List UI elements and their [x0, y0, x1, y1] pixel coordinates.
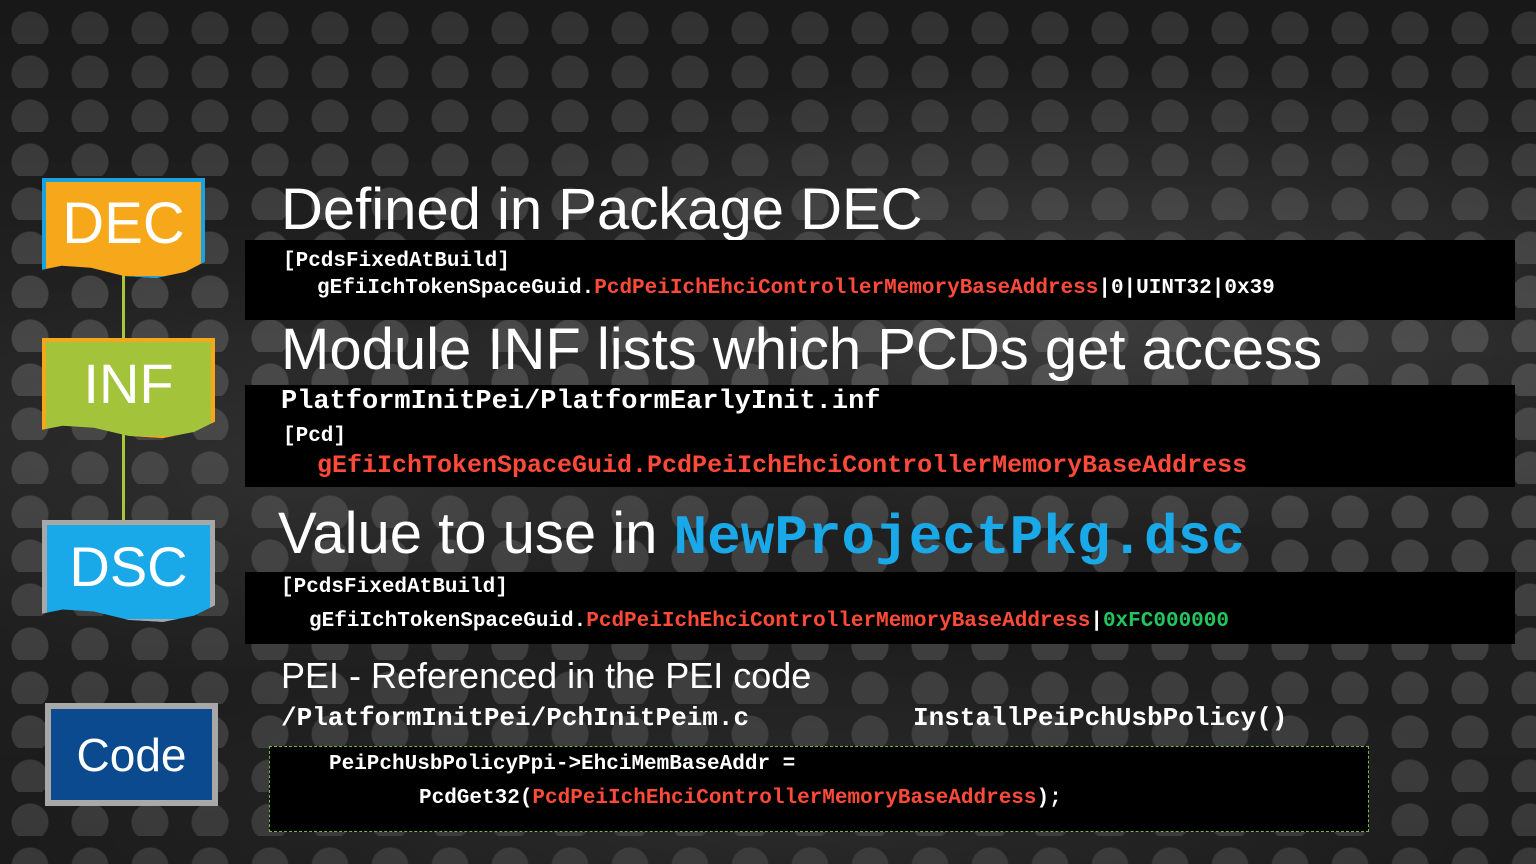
dsc-badge: DSC: [42, 520, 215, 622]
code-call-close: );: [1036, 787, 1062, 810]
dsc-pcd-assignment: gEfiIchTokenSpaceGuid.PcdPeiIchEhciContr…: [309, 610, 1229, 633]
code-badge-label: Code: [76, 728, 187, 781]
dsc-file-name: NewProjectPkg.dsc: [673, 506, 1245, 570]
dsc-separator: |: [1090, 610, 1103, 633]
code-line-assignment: PeiPchUsbPolicyPpi->EhciMemBaseAddr =: [329, 753, 796, 776]
connector-line: [122, 270, 125, 344]
code-file-path: /PlatformInitPei/PchInitPeim.c: [281, 703, 750, 733]
dsc-badge-label: DSC: [69, 534, 188, 598]
dec-code-box: [PcdsFixedAtBuild] gEfiIchTokenSpaceGuid…: [245, 240, 1515, 320]
code-pcdget-call: PcdGet32(: [419, 787, 533, 810]
dec-badge-label: DEC: [62, 190, 185, 256]
code-line-pcdget: PcdGet32(PcdPeiIchEhciControllerMemoryBa…: [419, 787, 1062, 810]
inf-file-path: PlatformInitPei/PlatformEarlyInit.inf: [281, 387, 881, 417]
inf-badge: INF: [42, 338, 215, 438]
dsc-guid: gEfiIchTokenSpaceGuid.: [309, 610, 587, 633]
code-badge: Code: [45, 703, 218, 806]
inf-heading: Module INF lists which PCDs get access: [281, 317, 1323, 382]
code-function-name: InstallPeiPchUsbPolicy(): [913, 703, 1288, 733]
dec-pcd-attributes: |0|UINT32|0x39: [1098, 277, 1275, 300]
code-pcd-name: PcdPeiIchEhciControllerMemoryBaseAddress: [532, 787, 1037, 810]
dec-pcd-declaration: gEfiIchTokenSpaceGuid.PcdPeiIchEhciContr…: [317, 277, 1275, 300]
dsc-heading-text: Value to use in: [278, 501, 674, 566]
inf-pcd-entry: gEfiIchTokenSpaceGuid.PcdPeiIchEhciContr…: [317, 451, 1248, 480]
dsc-heading: Value to use in NewProjectPkg.dsc: [278, 500, 1245, 570]
inf-section-tag: [Pcd]: [283, 425, 347, 448]
code-heading: PEI - Referenced in the PEI code: [281, 655, 812, 696]
dec-guid: gEfiIchTokenSpaceGuid.: [317, 277, 595, 300]
dsc-pcd-name: PcdPeiIchEhciControllerMemoryBaseAddress: [586, 610, 1091, 633]
inf-badge-label: INF: [83, 351, 174, 415]
dec-pcd-name: PcdPeiIchEhciControllerMemoryBaseAddress: [594, 277, 1099, 300]
dsc-code-box: [PcdsFixedAtBuild] gEfiIchTokenSpaceGuid…: [245, 572, 1515, 644]
code-snippet-box: PeiPchUsbPolicyPpi->EhciMemBaseAddr = Pc…: [269, 746, 1369, 832]
dsc-section-tag: [PcdsFixedAtBuild]: [281, 576, 508, 599]
dec-badge: DEC: [42, 178, 205, 278]
dec-heading: Defined in Package DEC: [281, 177, 923, 242]
dec-section-tag: [PcdsFixedAtBuild]: [283, 250, 510, 273]
dsc-pcd-value: 0xFC000000: [1102, 610, 1229, 633]
connector-line: [122, 430, 125, 524]
inf-code-box: PlatformInitPei/PlatformEarlyInit.inf [P…: [245, 385, 1515, 487]
